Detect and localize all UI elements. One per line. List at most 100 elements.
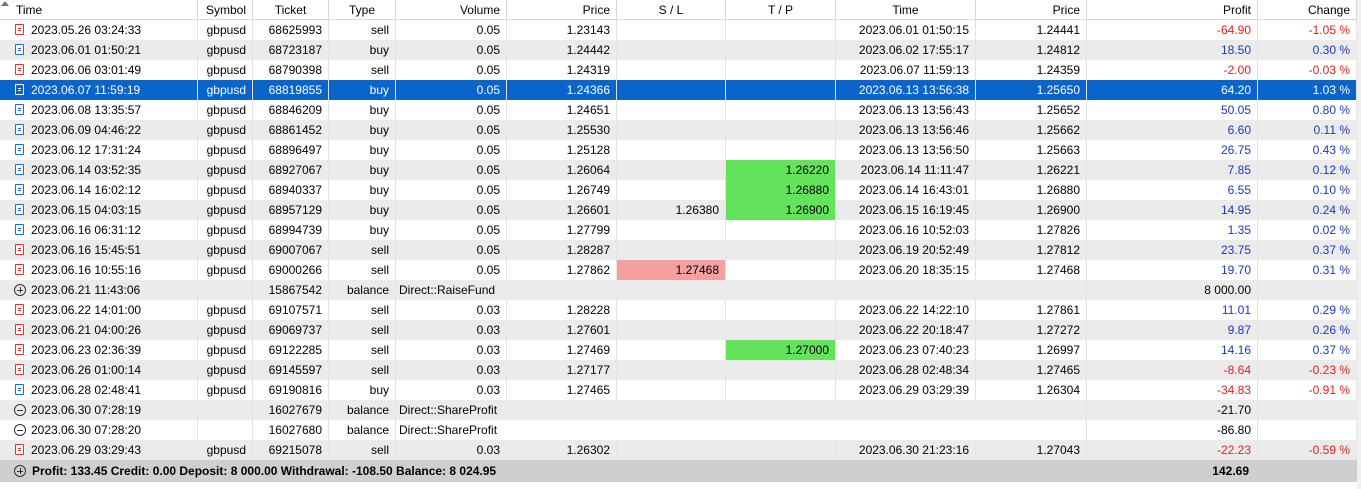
cell-close-price: 1.26304: [976, 380, 1087, 400]
trade-row[interactable]: 2023.05.26 03:24:33 gbpusd 68625993 sell 0.0…: [0, 20, 1357, 40]
cell-tp: [726, 60, 836, 80]
cell-ticket: 68940337: [253, 180, 329, 200]
trade-row[interactable]: 2023.06.07 11:59:19 gbpusd 68819855 buy 0.05…: [0, 80, 1357, 100]
cell-close-price: 1.27465: [976, 360, 1087, 380]
header-col-volume[interactable]: Volume: [396, 0, 507, 20]
cell-type: sell: [329, 240, 396, 260]
cell-profit: -86.80: [1087, 420, 1258, 440]
cell-price: 1.24319: [507, 60, 617, 80]
header-col-type[interactable]: Type: [329, 0, 396, 20]
cell-volume: 0.05: [396, 60, 507, 80]
cell-tp: [726, 140, 836, 160]
cell-volume: 0.05: [396, 100, 507, 120]
cell-sl: [617, 300, 726, 320]
cell-close-time: 2023.06.14 11:11:47: [836, 160, 976, 180]
trade-row[interactable]: 2023.06.16 15:45:51 gbpusd 69007067 sell 0.0…: [0, 240, 1357, 260]
cell-symbol: gbpusd: [198, 100, 253, 120]
trade-row[interactable]: 2023.06.29 03:29:43 gbpusd 69215078 sell 0.0…: [0, 440, 1357, 460]
cell-volume: 0.05: [396, 40, 507, 60]
header-col-time[interactable]: Time: [0, 0, 198, 20]
header-col-change[interactable]: Change: [1258, 0, 1357, 20]
cell-type: buy: [329, 160, 396, 180]
trade-row[interactable]: 2023.06.01 01:50:21 gbpusd 68723187 buy 0.05…: [0, 40, 1357, 60]
trade-row[interactable]: 2023.06.26 01:00:14 gbpusd 69145597 sell 0.0…: [0, 360, 1357, 380]
cell-tp: [726, 300, 836, 320]
cell-change: 0.43 %: [1258, 140, 1357, 160]
header-col-symbol[interactable]: Symbol: [198, 0, 253, 20]
cell-sl: [617, 80, 726, 100]
summary-row[interactable]: Profit: 133.45 Credit: 0.00 Deposit: 8 0…: [0, 460, 1357, 482]
header-col-profit[interactable]: Profit: [1087, 0, 1258, 20]
cell-price: 1.28287: [507, 240, 617, 260]
header-col-price[interactable]: Price: [507, 0, 617, 20]
header-col-sl[interactable]: S / L: [617, 0, 726, 20]
trade-row[interactable]: 2023.06.14 16:02:12 gbpusd 68940337 buy 0.05…: [0, 180, 1357, 200]
cell-change: 0.37 %: [1258, 340, 1357, 360]
trade-row[interactable]: 2023.06.06 03:01:49 gbpusd 68790398 sell 0.0…: [0, 60, 1357, 80]
cell-tp: 1.26220: [726, 160, 836, 180]
trade-row[interactable]: 2023.06.21 04:00:26 gbpusd 69069737 sell 0.0…: [0, 320, 1357, 340]
trade-row[interactable]: 2023.06.15 04:03:15 gbpusd 68957129 buy 0.05…: [0, 200, 1357, 220]
cell-profit: 6.55: [1087, 180, 1258, 200]
cell-price: 1.27177: [507, 360, 617, 380]
balance-row[interactable]: 2023.06.21 11:43:06 15867542 balance Direct…: [0, 280, 1357, 300]
header-col-ticket[interactable]: Ticket: [253, 0, 329, 20]
cell-symbol: gbpusd: [198, 120, 253, 140]
cell-change: -0.91 %: [1258, 380, 1357, 400]
cell-ticket: 69190816: [253, 380, 329, 400]
cell-profit: 8 000.00: [1087, 280, 1258, 300]
cell-change: 1.03 %: [1258, 80, 1357, 100]
trade-row[interactable]: 2023.06.22 14:01:00 gbpusd 69107571 sell 0.0…: [0, 300, 1357, 320]
cell-time: 2023.06.12 17:31:24: [0, 140, 198, 160]
cell-tp: [726, 220, 836, 240]
cell-volume: 0.03: [396, 300, 507, 320]
cell-tp: 1.26880: [726, 180, 836, 200]
cell-price: 1.27469: [507, 340, 617, 360]
header-col-close-price[interactable]: Price: [976, 0, 1087, 20]
cell-profit: 7.85: [1087, 160, 1258, 180]
trade-row[interactable]: 2023.06.16 10:55:16 gbpusd 69000266 sell 0.0…: [0, 260, 1357, 280]
expand-plus-icon[interactable]: [14, 465, 26, 477]
trade-row[interactable]: 2023.06.08 13:35:57 gbpusd 68846209 buy 0.05…: [0, 100, 1357, 120]
trade-row[interactable]: 2023.06.14 03:52:35 gbpusd 68927067 buy 0.05…: [0, 160, 1357, 180]
cell-close-time: 2023.06.02 17:55:17: [836, 40, 976, 60]
cell-sl: [617, 380, 726, 400]
balance-row[interactable]: 2023.06.30 07:28:19 16027679 balance Direct…: [0, 400, 1357, 420]
cell-ticket: 69145597: [253, 360, 329, 380]
cell-volume: 0.05: [396, 240, 507, 260]
balance-row[interactable]: 2023.06.30 07:28:20 16027680 balance Direct…: [0, 420, 1357, 440]
cell-type: buy: [329, 80, 396, 100]
cell-close-price: 1.26900: [976, 200, 1087, 220]
cell-tp: [726, 380, 836, 400]
vertical-scrollbar[interactable]: [1357, 0, 1361, 489]
header-col-tp[interactable]: T / P: [726, 0, 836, 20]
cell-sl: [617, 360, 726, 380]
cell-symbol: gbpusd: [198, 440, 253, 460]
cell-close-time: 2023.06.13 13:56:46: [836, 120, 976, 140]
cell-volume: 0.03: [396, 380, 507, 400]
trade-row[interactable]: 2023.06.12 17:31:24 gbpusd 68896497 buy 0.05…: [0, 140, 1357, 160]
cell-type: balance: [329, 400, 396, 420]
cell-change: 0.10 %: [1258, 180, 1357, 200]
cell-close-time: 2023.06.22 14:22:10: [836, 300, 976, 320]
cell-time: 2023.06.15 04:03:15: [0, 200, 198, 220]
cell-type: buy: [329, 40, 396, 60]
trade-row[interactable]: 2023.06.16 06:31:12 gbpusd 68994739 buy 0.05…: [0, 220, 1357, 240]
cell-close-price: 1.24359: [976, 60, 1087, 80]
cell-profit: 11.01: [1087, 300, 1258, 320]
trade-row[interactable]: 2023.06.09 04:46:22 gbpusd 68861452 buy 0.05…: [0, 120, 1357, 140]
cell-symbol: gbpusd: [198, 360, 253, 380]
trade-row[interactable]: 2023.06.23 02:36:39 gbpusd 69122285 sell 0.0…: [0, 340, 1357, 360]
cell-close-time: 2023.06.14 16:43:01: [836, 180, 976, 200]
table-body: 2023.05.26 03:24:33 gbpusd 68625993 sell 0.0…: [0, 20, 1357, 460]
cell-sl: [617, 100, 726, 120]
cell-symbol: gbpusd: [198, 160, 253, 180]
cell-ticket: 69007067: [253, 240, 329, 260]
cell-symbol: gbpusd: [198, 220, 253, 240]
cell-time: 2023.06.08 13:35:57: [0, 100, 198, 120]
cell-type: sell: [329, 260, 396, 280]
cell-comment: Direct::RaiseFund: [396, 280, 1087, 300]
cell-type: sell: [329, 20, 396, 40]
trade-row[interactable]: 2023.06.28 02:48:41 gbpusd 69190816 buy 0.03…: [0, 380, 1357, 400]
header-col-close-time[interactable]: Time: [836, 0, 976, 20]
